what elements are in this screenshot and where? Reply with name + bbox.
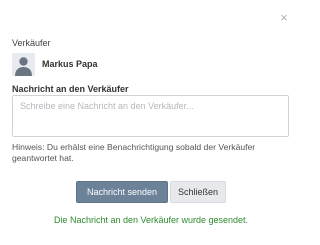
message-label: Nachricht an den Verkäufer xyxy=(12,84,129,94)
success-message: Die Nachricht an den Verkäufer wurde ges… xyxy=(53,215,249,225)
seller-name: Markus Papa xyxy=(42,59,98,69)
send-message-button[interactable]: Nachricht senden xyxy=(76,181,168,203)
message-textarea[interactable] xyxy=(12,95,289,137)
notification-hint: Hinweis: Du erhälst eine Benachrichtigun… xyxy=(12,142,256,163)
seller-label: Verkäufer xyxy=(12,38,51,48)
close-icon[interactable]: × xyxy=(279,11,289,24)
user-avatar-icon xyxy=(12,53,35,76)
close-button[interactable]: Schließen xyxy=(170,181,226,203)
